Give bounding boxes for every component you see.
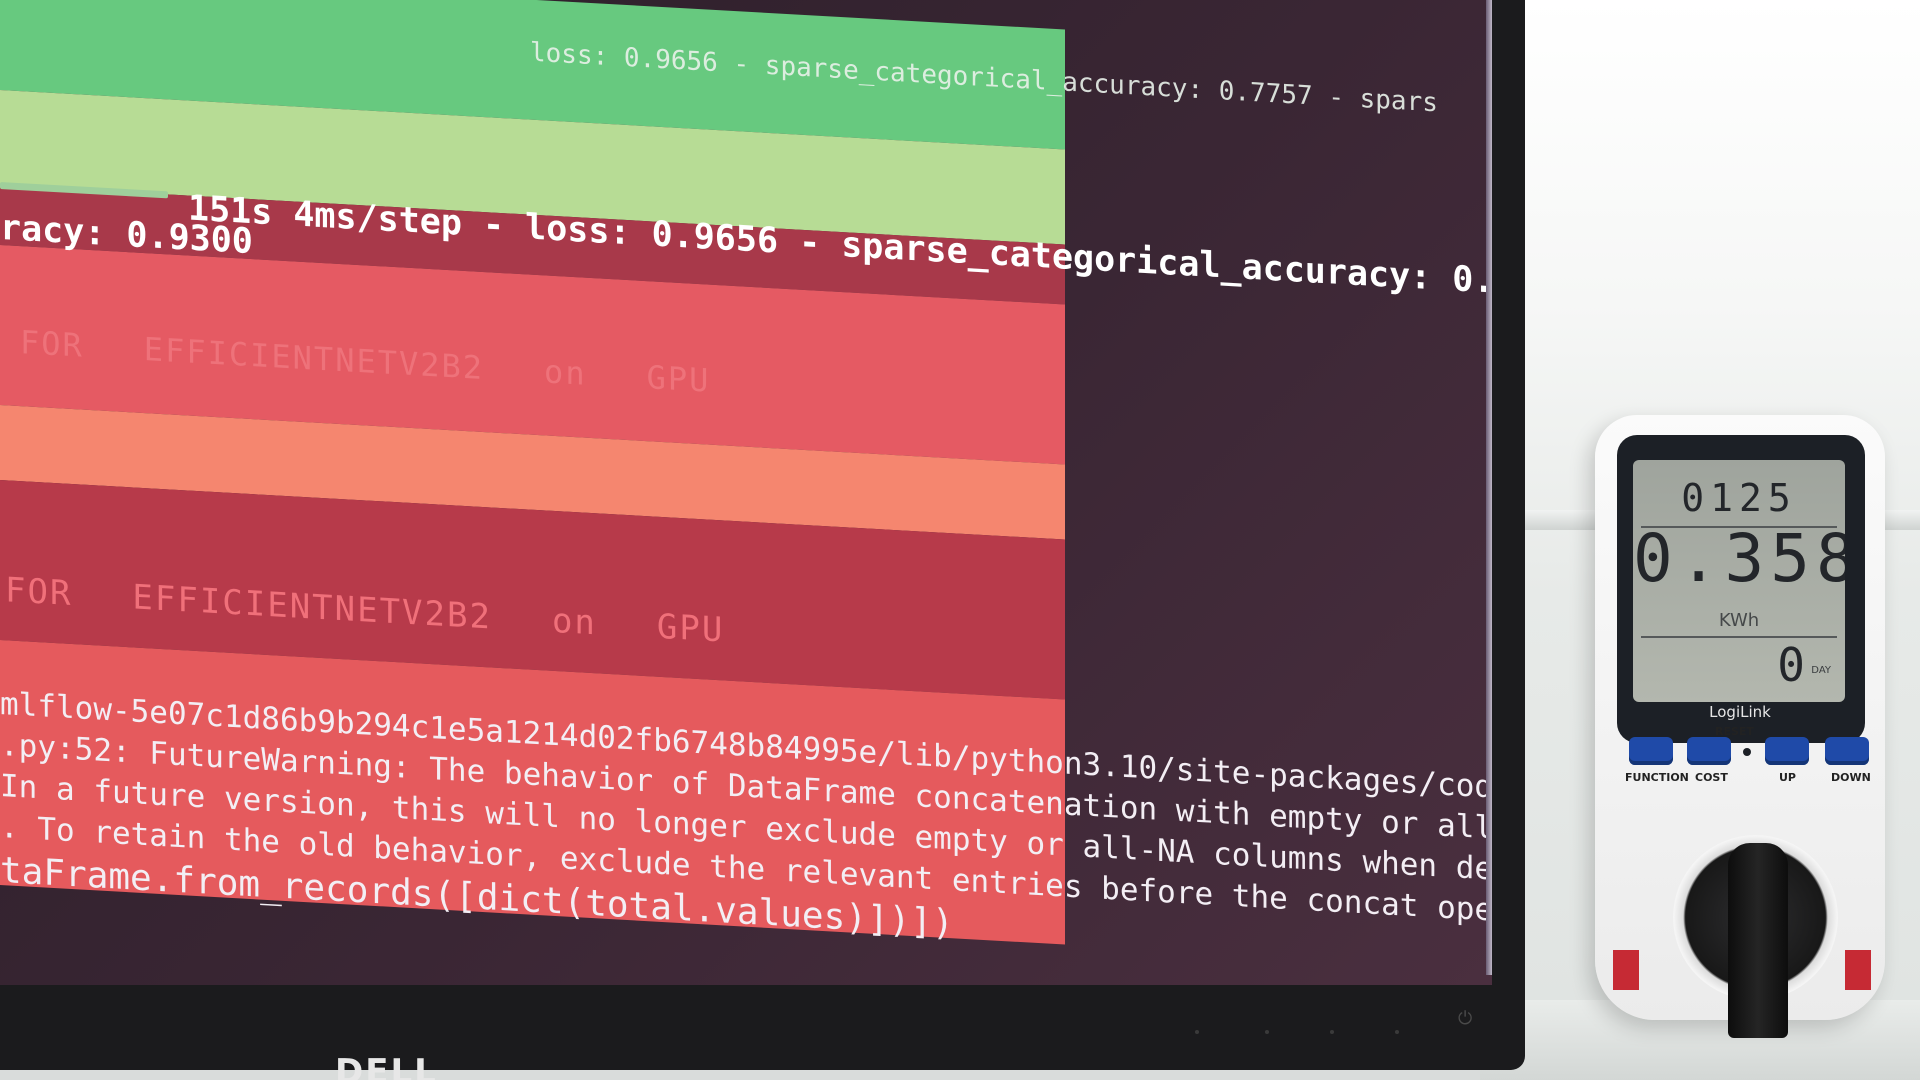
monitor-button[interactable]: [1265, 1030, 1269, 1034]
up-label: UP: [1779, 771, 1796, 784]
monitor-screen: loss: 0.9656 - sparse_categorical_accura…: [0, 0, 1492, 985]
socket-release-tab: [1613, 950, 1639, 990]
power-icon[interactable]: ⏻: [1458, 1008, 1472, 1029]
down-button[interactable]: [1825, 737, 1869, 765]
lcd-time: 0125: [1681, 476, 1797, 520]
screen-edge: [1486, 0, 1492, 975]
down-label: DOWN: [1831, 771, 1871, 784]
lcd-unit: KWh: [1718, 610, 1760, 631]
meter-brand: LogiLink: [1709, 703, 1771, 721]
function-label: FUNCTION: [1625, 771, 1689, 784]
cost-button[interactable]: [1687, 737, 1731, 765]
heading-word: FOR: [5, 570, 73, 615]
function-button[interactable]: [1629, 737, 1673, 765]
heading-word: FOR: [20, 323, 84, 365]
power-plug: [1728, 843, 1788, 1038]
heading-word: GPU: [656, 606, 725, 651]
cost-label: COST: [1695, 771, 1728, 784]
heading-word: GPU: [646, 358, 711, 400]
terminal-window: loss: 0.9656 - sparse_categorical_accura…: [0, 0, 1492, 985]
reset-button[interactable]: [1743, 748, 1751, 756]
photo-scene: loss: 0.9656 - sparse_categorical_accura…: [0, 0, 1920, 1080]
monitor-button[interactable]: [1330, 1030, 1334, 1034]
up-button[interactable]: [1765, 737, 1809, 765]
monitor-button[interactable]: [1395, 1030, 1399, 1034]
energy-meter: 0125 0.358 KWh 0 DAY LogiLink RESET FUNC…: [1595, 415, 1885, 1038]
heading-word: on: [551, 600, 597, 644]
lcd-day-label: DAY: [1811, 665, 1831, 676]
monitor-logo: DELL: [335, 1052, 438, 1080]
socket-release-tab: [1845, 950, 1871, 990]
heading-word: on: [544, 352, 587, 393]
lcd-reading: 0.358: [1633, 520, 1845, 597]
monitor-button[interactable]: [1195, 1030, 1199, 1034]
lcd-display: 0125 0.358 KWh 0 DAY: [1633, 460, 1845, 702]
